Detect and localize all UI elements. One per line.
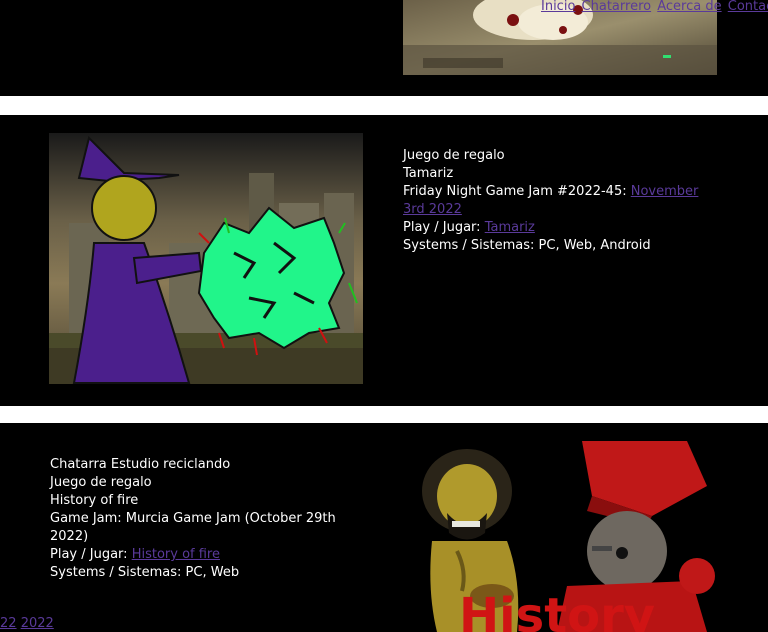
studio-label: Chatarra Estudio reciclando <box>50 457 231 472</box>
systems-line: Systems / Sistemas: PC, Web, Android <box>403 238 651 253</box>
top-nav: Inicio Chatarrero Acerca de Contac <box>541 0 768 14</box>
systems-line: Systems / Sistemas: PC, Web <box>50 565 240 580</box>
play-line: Play / Jugar: Tamariz <box>403 219 703 237</box>
bottom-links: 22 2022 <box>0 616 54 631</box>
jam-line: Friday Night Game Jam #2022-45: November… <box>403 183 703 219</box>
game-title: Tamariz <box>403 166 454 181</box>
play-link[interactable]: Tamariz <box>485 220 535 235</box>
game-title: History of fire <box>50 493 139 508</box>
gift-label: Juego de regalo <box>403 148 505 163</box>
nav-contacto-link[interactable]: Contac <box>728 0 768 14</box>
history-title-text: History <box>459 588 655 632</box>
gift-label: Juego de regalo <box>50 475 152 490</box>
entry-band-2: Juego de regalo Tamariz Friday Night Gam… <box>0 115 768 406</box>
nav-acerca-link[interactable]: Acerca de <box>657 0 721 14</box>
entry-band-1 <box>0 0 768 96</box>
bottom-link-b[interactable]: 2022 <box>21 616 54 631</box>
jam-prefix: Friday Night Game Jam #2022-45: <box>403 184 631 199</box>
bottom-link-a[interactable]: 22 <box>0 616 17 631</box>
entry-info-tamariz: Juego de regalo Tamariz Friday Night Gam… <box>403 147 703 255</box>
tamariz-art <box>49 133 363 384</box>
nav-inicio-link[interactable]: Inicio <box>541 0 575 14</box>
play-prefix: Play / Jugar: <box>403 220 485 235</box>
entry-band-3: Chatarra Estudio reciclando Juego de reg… <box>0 423 768 632</box>
entry-info-history-of-fire: Chatarra Estudio reciclando Juego de reg… <box>50 456 350 582</box>
nav-chatarrero-link[interactable]: Chatarrero <box>582 0 652 14</box>
play-prefix: Play / Jugar: <box>50 547 132 562</box>
history-of-fire-art: History <box>407 441 717 632</box>
play-link[interactable]: History of fire <box>132 547 220 562</box>
game-screenshot-history-of-fire[interactable]: History <box>407 441 717 632</box>
jam-line: Game Jam: Murcia Game Jam (October 29th … <box>50 511 336 544</box>
play-line: Play / Jugar: History of fire <box>50 546 350 564</box>
game-screenshot-tamariz[interactable] <box>49 133 363 384</box>
